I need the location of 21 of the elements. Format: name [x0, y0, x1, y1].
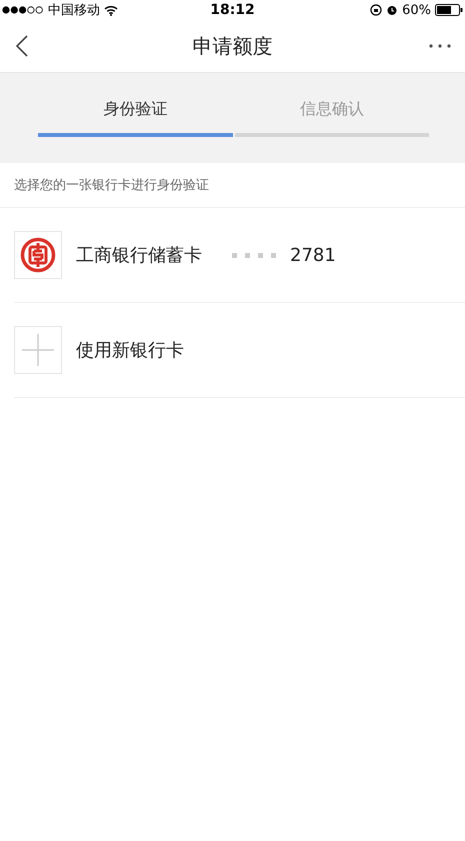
hint-text: 选择您的一张银行卡进行身份验证 [0, 163, 465, 208]
step-tab[interactable]: 身份验证 [38, 85, 232, 137]
alarm-icon [386, 4, 398, 16]
masked-digits-icon [232, 252, 276, 258]
battery-percent: 60% [402, 2, 431, 18]
page-title: 申请额度 [192, 32, 272, 60]
card-row[interactable]: 使用新银行卡 [14, 303, 465, 398]
status-time: 18:12 [210, 2, 255, 18]
bank-logo-icon [14, 231, 62, 279]
battery-icon [435, 4, 463, 16]
plus-icon [14, 326, 62, 374]
card-name: 使用新银行卡 [76, 339, 184, 362]
card-row[interactable]: 工商银行储蓄卡 2781 [14, 208, 465, 303]
signal-icon [2, 6, 44, 14]
card-last-digits: 2781 [290, 244, 336, 266]
more-icon[interactable] [429, 44, 451, 48]
carrier-name: 中国移动 [48, 2, 100, 19]
back-icon[interactable] [16, 35, 28, 57]
rotation-lock-icon [370, 4, 382, 16]
wifi-icon [104, 4, 118, 16]
card-name: 工商银行储蓄卡 [76, 244, 202, 267]
